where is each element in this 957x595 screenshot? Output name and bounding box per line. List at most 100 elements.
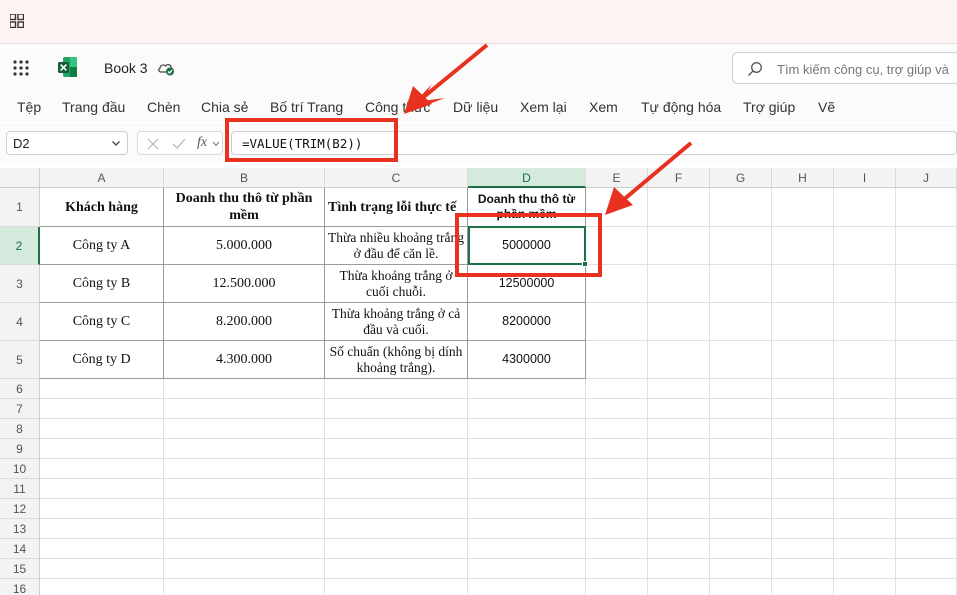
empty-cell[interactable] bbox=[896, 519, 957, 539]
cell-a2[interactable]: Công ty A bbox=[40, 227, 164, 265]
empty-cell[interactable] bbox=[468, 439, 586, 459]
row-header-16[interactable]: 16 bbox=[0, 579, 40, 595]
empty-cell[interactable] bbox=[40, 539, 164, 559]
cell-d1[interactable]: Doanh thu thô từ phần mềm bbox=[468, 188, 586, 227]
cell-d3[interactable]: 12500000 bbox=[468, 265, 586, 303]
empty-cell[interactable] bbox=[834, 559, 896, 579]
empty-cell[interactable] bbox=[772, 479, 834, 499]
empty-cell[interactable] bbox=[40, 459, 164, 479]
empty-cell[interactable] bbox=[586, 419, 648, 439]
empty-cell[interactable] bbox=[710, 265, 772, 303]
cell-d5[interactable]: 4300000 bbox=[468, 341, 586, 379]
empty-cell[interactable] bbox=[896, 579, 957, 595]
cell-d2[interactable]: 5000000 bbox=[468, 227, 586, 265]
search-box[interactable] bbox=[732, 52, 957, 84]
empty-cell[interactable] bbox=[164, 459, 325, 479]
row-header-9[interactable]: 9 bbox=[0, 439, 40, 459]
cloud-saved-icon[interactable] bbox=[157, 60, 175, 76]
empty-cell[interactable] bbox=[586, 399, 648, 419]
empty-cell[interactable] bbox=[164, 419, 325, 439]
empty-cell[interactable] bbox=[772, 539, 834, 559]
empty-cell[interactable] bbox=[896, 265, 957, 303]
empty-cell[interactable] bbox=[325, 559, 468, 579]
tab-automate[interactable]: Tự động hóa bbox=[641, 99, 721, 115]
empty-cell[interactable] bbox=[896, 303, 957, 341]
empty-cell[interactable] bbox=[834, 439, 896, 459]
empty-cell[interactable] bbox=[40, 479, 164, 499]
col-header-c[interactable]: C bbox=[325, 168, 468, 188]
empty-cell[interactable] bbox=[648, 499, 710, 519]
empty-cell[interactable] bbox=[468, 379, 586, 399]
empty-cell[interactable] bbox=[164, 559, 325, 579]
empty-cell[interactable] bbox=[710, 439, 772, 459]
empty-cell[interactable] bbox=[325, 519, 468, 539]
cell-b5[interactable]: 4.300.000 bbox=[164, 341, 325, 379]
empty-cell[interactable] bbox=[834, 579, 896, 595]
empty-cell[interactable] bbox=[586, 539, 648, 559]
empty-cell[interactable] bbox=[896, 439, 957, 459]
cell-d4[interactable]: 8200000 bbox=[468, 303, 586, 341]
empty-cell[interactable] bbox=[648, 265, 710, 303]
empty-cell[interactable] bbox=[772, 227, 834, 265]
row-header-5[interactable]: 5 bbox=[0, 341, 40, 379]
cell-b4[interactable]: 8.200.000 bbox=[164, 303, 325, 341]
empty-cell[interactable] bbox=[586, 459, 648, 479]
empty-cell[interactable] bbox=[648, 188, 710, 227]
empty-cell[interactable] bbox=[834, 539, 896, 559]
empty-cell[interactable] bbox=[325, 399, 468, 419]
empty-cell[interactable] bbox=[710, 559, 772, 579]
empty-cell[interactable] bbox=[40, 559, 164, 579]
empty-cell[interactable] bbox=[468, 419, 586, 439]
tab-view[interactable]: Xem bbox=[589, 99, 618, 115]
empty-cell[interactable] bbox=[710, 519, 772, 539]
empty-cell[interactable] bbox=[834, 188, 896, 227]
empty-cell[interactable] bbox=[834, 459, 896, 479]
cell-a5[interactable]: Công ty D bbox=[40, 341, 164, 379]
empty-cell[interactable] bbox=[834, 341, 896, 379]
cell-b3[interactable]: 12.500.000 bbox=[164, 265, 325, 303]
empty-cell[interactable] bbox=[710, 499, 772, 519]
empty-cell[interactable] bbox=[710, 579, 772, 595]
tab-draw[interactable]: Vẽ bbox=[818, 99, 835, 115]
empty-cell[interactable] bbox=[586, 188, 648, 227]
row-header-2[interactable]: 2 bbox=[0, 227, 40, 265]
empty-cell[interactable] bbox=[710, 188, 772, 227]
empty-cell[interactable] bbox=[834, 399, 896, 419]
row-header-12[interactable]: 12 bbox=[0, 499, 40, 519]
cell-b1[interactable]: Doanh thu thô từ phần mềm bbox=[164, 188, 325, 227]
empty-cell[interactable] bbox=[164, 379, 325, 399]
empty-cell[interactable] bbox=[164, 579, 325, 595]
row-header-1[interactable]: 1 bbox=[0, 188, 40, 227]
cell-a3[interactable]: Công ty B bbox=[40, 265, 164, 303]
empty-cell[interactable] bbox=[164, 399, 325, 419]
row-header-4[interactable]: 4 bbox=[0, 303, 40, 341]
cell-c4[interactable]: Thừa khoảng trắng ở cả đầu và cuối. bbox=[325, 303, 468, 341]
empty-cell[interactable] bbox=[772, 303, 834, 341]
empty-cell[interactable] bbox=[648, 419, 710, 439]
cell-a4[interactable]: Công ty C bbox=[40, 303, 164, 341]
insert-function-icon[interactable]: fx bbox=[197, 135, 207, 151]
empty-cell[interactable] bbox=[40, 519, 164, 539]
empty-cell[interactable] bbox=[772, 399, 834, 419]
select-all-corner[interactable] bbox=[0, 168, 40, 188]
col-header-h[interactable]: H bbox=[772, 168, 834, 188]
cell-c5[interactable]: Số chuẩn (không bị dính khoảng trắng). bbox=[325, 341, 468, 379]
empty-cell[interactable] bbox=[772, 459, 834, 479]
row-header-15[interactable]: 15 bbox=[0, 559, 40, 579]
empty-cell[interactable] bbox=[586, 519, 648, 539]
row-header-14[interactable]: 14 bbox=[0, 539, 40, 559]
col-header-d[interactable]: D bbox=[468, 168, 586, 188]
cell-c3[interactable]: Thừa khoảng trắng ở cuối chuỗi. bbox=[325, 265, 468, 303]
empty-cell[interactable] bbox=[40, 379, 164, 399]
empty-cell[interactable] bbox=[896, 188, 957, 227]
empty-cell[interactable] bbox=[710, 479, 772, 499]
col-header-j[interactable]: J bbox=[896, 168, 957, 188]
empty-cell[interactable] bbox=[834, 227, 896, 265]
tab-data[interactable]: Dữ liệu bbox=[453, 99, 498, 115]
empty-cell[interactable] bbox=[468, 539, 586, 559]
chevron-down-icon[interactable] bbox=[111, 138, 121, 148]
workbook-title[interactable]: Book 3 bbox=[104, 60, 148, 76]
name-box[interactable]: D2 bbox=[6, 131, 128, 155]
row-header-3[interactable]: 3 bbox=[0, 265, 40, 303]
empty-cell[interactable] bbox=[772, 559, 834, 579]
